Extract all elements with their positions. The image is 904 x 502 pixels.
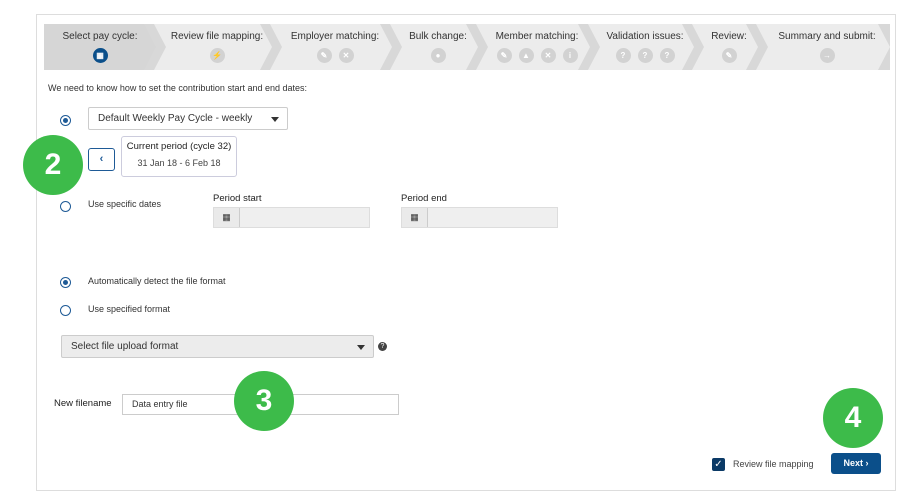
chevron-right-icon: ›	[865, 458, 869, 468]
review-file-mapping-label: Review file mapping	[733, 459, 814, 469]
file-format-select[interactable]: Select file upload format	[61, 335, 374, 358]
current-period-box: Current period (cycle 32) 31 Jan 18 - 6 …	[121, 136, 237, 177]
period-end-input[interactable]: ▦	[401, 207, 558, 228]
file-format-placeholder: Select file upload format	[71, 341, 179, 352]
step-label: Employer matching:	[290, 31, 380, 42]
wizard-steps: Select pay cycle: ▦ Review file mapping:…	[44, 24, 890, 70]
specified-format-label: Use specified format	[88, 304, 171, 314]
caret-down-icon	[271, 117, 279, 126]
specified-format-radio[interactable]	[60, 305, 71, 316]
filename-label: New filename	[54, 398, 112, 409]
info-icon: i	[563, 48, 578, 63]
step-review[interactable]: Review: ✎	[692, 24, 758, 70]
question-icon: ?	[660, 48, 675, 63]
next-label: Next	[843, 458, 863, 468]
calendar-icon: ▦	[93, 48, 108, 63]
next-button[interactable]: Next ›	[831, 453, 881, 474]
step-label: Validation issues:	[606, 31, 684, 42]
pay-cycle-select-value: Default Weekly Pay Cycle - weekly	[98, 113, 253, 124]
step-validation-issues[interactable]: Validation issues: ???	[588, 24, 694, 70]
auto-detect-format-radio[interactable]	[60, 277, 71, 288]
specific-dates-radio[interactable]	[60, 201, 71, 212]
edit-icon: ✎	[722, 48, 737, 63]
step-select-pay-cycle[interactable]: Select pay cycle: ▦	[44, 24, 156, 70]
step-employer-matching[interactable]: Employer matching: ✎ ✕	[270, 24, 392, 70]
previous-period-button[interactable]: ‹	[88, 148, 115, 171]
pay-cycle-select[interactable]: Default Weekly Pay Cycle - weekly	[88, 107, 288, 130]
step-bulk-change[interactable]: Bulk change: ●	[390, 24, 478, 70]
step-label: Review file mapping:	[170, 31, 264, 42]
specific-dates-label: Use specific dates	[88, 199, 162, 209]
step-summary-and-submit[interactable]: Summary and submit: →	[756, 24, 890, 70]
step-label: Summary and submit:	[778, 31, 876, 42]
question-icon: ?	[638, 48, 653, 63]
times-icon: ✕	[541, 48, 556, 63]
review-file-mapping-checkbox[interactable]: ✓	[712, 458, 725, 471]
current-period-range: 31 Jan 18 - 6 Feb 18	[137, 158, 221, 168]
current-period-title: Current period (cycle 32)	[126, 141, 232, 152]
plug-icon: ⚡	[210, 48, 225, 63]
step-label: Member matching:	[495, 31, 579, 42]
pencil-icon: ✎	[497, 48, 512, 63]
step-review-file-mapping[interactable]: Review file mapping: ⚡	[154, 24, 272, 70]
pay-cycle-radio[interactable]	[60, 115, 71, 126]
step-badge-2: 2	[23, 135, 83, 195]
step-badge-4: 4	[823, 388, 883, 448]
caret-down-icon	[357, 345, 365, 354]
period-start-label: Period start	[213, 193, 262, 204]
step-label: Bulk change:	[409, 31, 467, 42]
calendar-icon[interactable]: ▦	[214, 208, 240, 227]
pencil-icon: ✎	[317, 48, 332, 63]
warning-icon: ▲	[519, 48, 534, 63]
step-member-matching[interactable]: Member matching: ✎ ▲ ✕ i	[476, 24, 590, 70]
users-icon: ●	[431, 48, 446, 63]
arrow-right-icon: →	[820, 48, 835, 63]
step-label: Review:	[711, 31, 747, 42]
calendar-icon[interactable]: ▦	[402, 208, 428, 227]
period-start-input[interactable]: ▦	[213, 207, 370, 228]
intro-text: We need to know how to set the contribut…	[48, 83, 307, 93]
times-icon: ✕	[339, 48, 354, 63]
filename-value: Data entry file	[132, 399, 188, 409]
step-badge-3: 3	[234, 371, 294, 431]
auto-detect-format-label: Automatically detect the file format	[88, 276, 226, 286]
period-end-label: Period end	[401, 193, 447, 204]
chevron-left-icon: ‹	[99, 153, 104, 165]
help-icon[interactable]: ?	[378, 342, 387, 351]
question-icon: ?	[616, 48, 631, 63]
step-label: Select pay cycle:	[62, 31, 138, 42]
